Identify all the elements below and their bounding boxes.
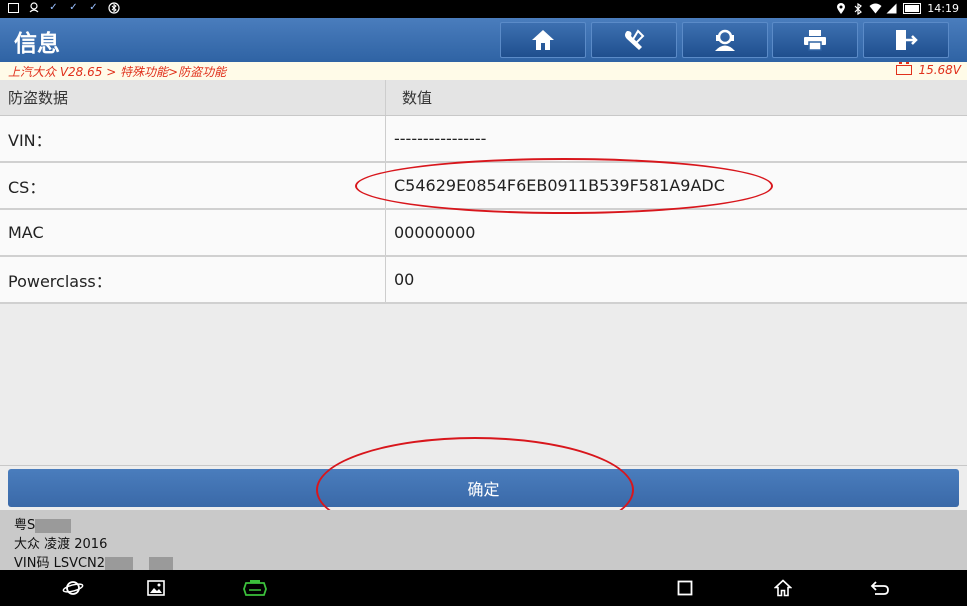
- status-time: 14:19: [927, 2, 959, 15]
- check-icon: ✓: [89, 2, 98, 13]
- print-icon: [804, 30, 826, 51]
- browser-button[interactable]: [60, 575, 86, 601]
- table-row[interactable]: VIN： ----------------: [0, 116, 967, 163]
- car-battery-icon: [896, 62, 913, 75]
- support-agent-icon: [715, 29, 735, 51]
- row-value: 00000000: [394, 223, 476, 242]
- vehicle-info: 粤S 大众 凌渡 2016 VIN码 LSVCN2: [0, 510, 967, 571]
- table-row[interactable]: Powerclass： 00: [0, 257, 967, 304]
- column-header-data: 防盗数据: [0, 80, 386, 115]
- vci-button[interactable]: [242, 575, 268, 601]
- vehicle-model: 大众 凌渡 2016: [14, 537, 108, 552]
- row-value: C54629E0854F6EB0911B539F581A9ADC: [394, 176, 725, 195]
- vci-icon: [243, 580, 267, 596]
- browser-icon: [62, 581, 84, 595]
- voltage-value: 15.68V: [918, 63, 961, 77]
- row-value: 00: [394, 270, 415, 289]
- back-button[interactable]: [867, 575, 893, 601]
- redacted-block: [149, 556, 174, 571]
- recent-apps-icon: [677, 580, 693, 596]
- wifi-icon: [869, 3, 882, 14]
- check-icon: ✓: [49, 2, 58, 13]
- back-icon: [870, 581, 889, 595]
- bluetooth-icon: [852, 2, 863, 16]
- row-label: MAC: [0, 210, 386, 255]
- redacted-block: [35, 518, 72, 533]
- exit-icon: [896, 30, 918, 50]
- row-label: VIN：: [0, 116, 386, 161]
- table-row[interactable]: MAC 00000000: [0, 210, 967, 257]
- gallery-icon: [147, 580, 165, 596]
- android-debug-icon: [28, 2, 39, 13]
- immobilizer-data-table: 防盗数据 数值 VIN： ---------------- CS： C54629…: [0, 80, 967, 466]
- row-label: CS：: [0, 163, 386, 208]
- redacted-block: [105, 556, 134, 571]
- title-bar: 信息: [0, 18, 967, 62]
- battery-voltage: 15.68V: [896, 62, 961, 77]
- breadcrumb-path: 上汽大众 V28.65 > 特殊功能>防盗功能: [8, 65, 227, 79]
- support-agent-button[interactable]: [682, 22, 768, 58]
- home-button[interactable]: [500, 22, 586, 58]
- diagnostic-tools-icon: [625, 29, 645, 50]
- image-icon: [8, 2, 19, 13]
- location-icon: [835, 3, 846, 14]
- battery-icon: [903, 3, 922, 14]
- diagnostic-tools-button[interactable]: [591, 22, 677, 58]
- navigation-bar: [0, 570, 967, 606]
- table-row[interactable]: CS： C54629E0854F6EB0911B539F581A9ADC: [0, 163, 967, 210]
- status-bar: ✓ ✓ ✓ 14:19: [0, 0, 967, 18]
- home-icon: [532, 30, 554, 50]
- signal-icon: [886, 3, 897, 14]
- print-button[interactable]: [772, 22, 858, 58]
- page-title: 信息: [14, 31, 60, 57]
- breadcrumb: 上汽大众 V28.65 > 特殊功能>防盗功能 15.68V: [0, 62, 967, 81]
- table-header: 防盗数据 数值: [0, 80, 967, 116]
- home-icon: [774, 579, 792, 597]
- confirm-button[interactable]: 确定: [8, 469, 959, 507]
- home-nav-button[interactable]: [770, 575, 796, 601]
- row-value: ----------------: [394, 129, 487, 148]
- check-icon: ✓: [69, 2, 78, 13]
- bluetooth-settings-icon: [108, 2, 120, 14]
- recent-apps-button[interactable]: [672, 575, 698, 601]
- vehicle-plate: 粤S: [14, 514, 72, 533]
- row-label: Powerclass：: [0, 257, 386, 302]
- column-header-value: 数值: [402, 89, 433, 107]
- vehicle-vin: VIN码 LSVCN2: [14, 552, 174, 571]
- exit-button[interactable]: [863, 22, 949, 58]
- gallery-button[interactable]: [143, 575, 169, 601]
